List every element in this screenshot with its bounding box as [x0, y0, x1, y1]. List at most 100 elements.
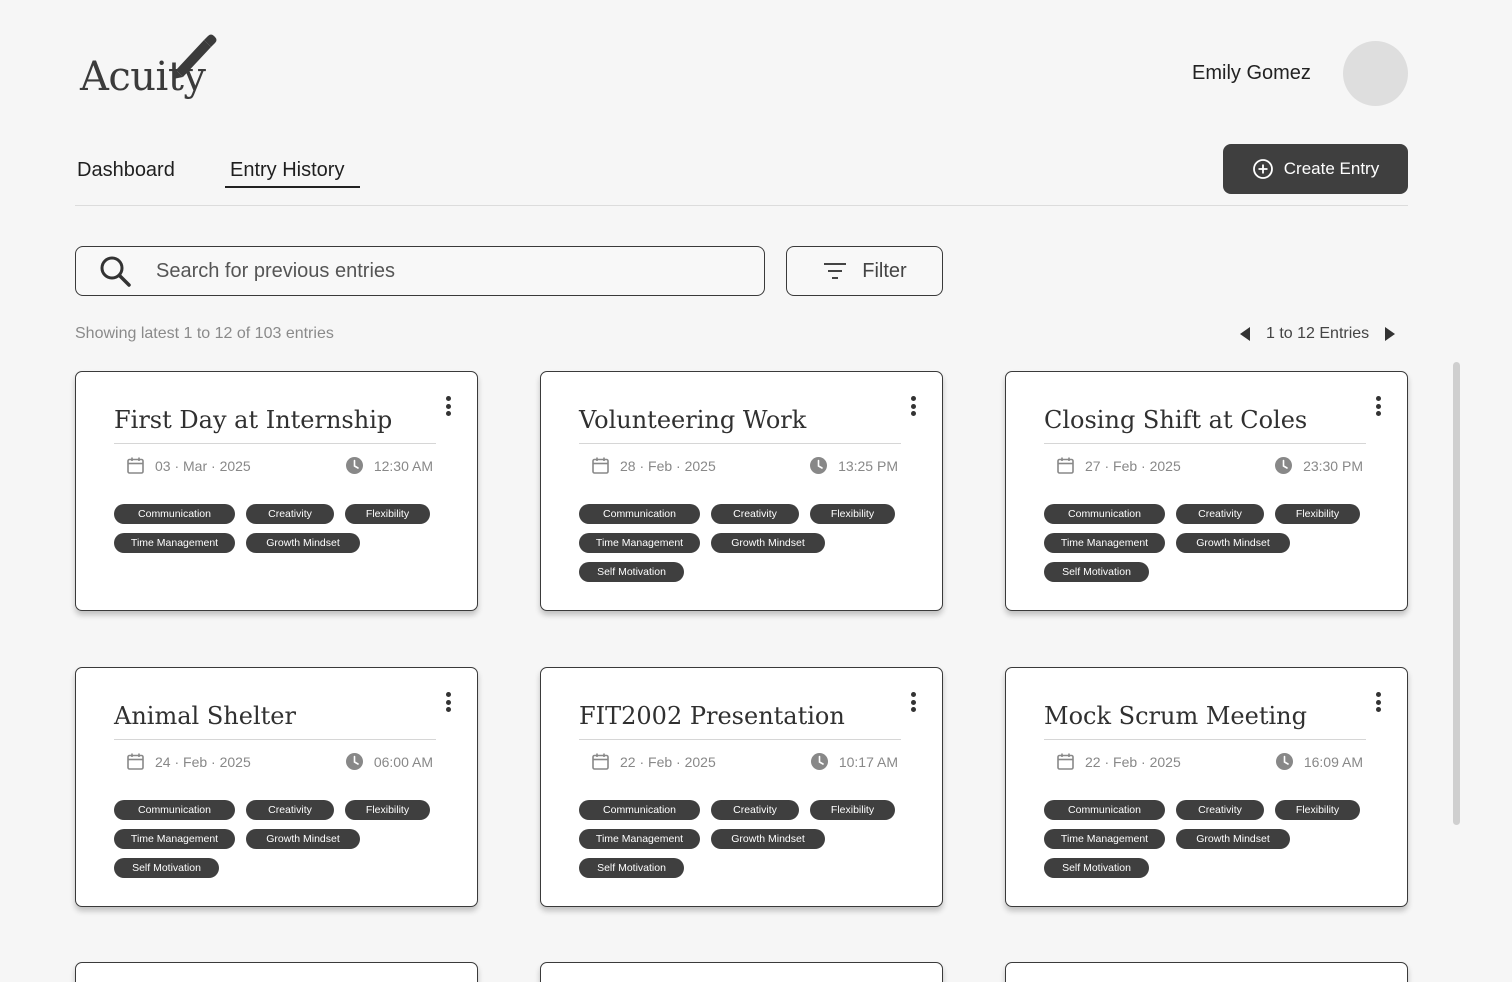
search-input[interactable] [156, 259, 716, 283]
skill-tag: Creativity [1176, 504, 1264, 524]
kebab-menu-icon[interactable] [908, 396, 918, 418]
skill-tag: Communication [1044, 800, 1165, 820]
skill-tag: Growth Mindset [246, 533, 360, 553]
skill-tag: Creativity [246, 504, 334, 524]
entry-title: Closing Shift at Coles [1044, 406, 1308, 434]
skill-tag: Time Management [1044, 829, 1165, 849]
skill-tag-list: Communication Creativity Flexibility Time M… [1044, 800, 1374, 878]
filter-button[interactable]: Filter [786, 246, 943, 296]
skill-tag: Self Motivation [1044, 562, 1149, 582]
skill-tag: Growth Mindset [711, 829, 825, 849]
entry-date: 03 · Mar · 2025 [126, 456, 251, 475]
entry-date-text: 03 · Mar · 2025 [155, 457, 251, 474]
skill-tag: Creativity [1176, 800, 1264, 820]
search-icon [100, 256, 131, 287]
title-divider [1044, 443, 1366, 444]
kebab-menu-icon[interactable] [908, 692, 918, 714]
entry-card[interactable] [540, 962, 943, 982]
acuity-logo[interactable]: Acuity [78, 30, 218, 105]
entry-time: 10:17 AM [810, 752, 898, 771]
entry-time-text: 12:30 AM [373, 457, 433, 474]
pagination: 1 to 12 Entries [1238, 324, 1397, 344]
skill-tag: Time Management [579, 533, 700, 553]
skill-tag-list: Communication Creativity Flexibility Time M… [114, 504, 444, 553]
search-bar[interactable] [75, 246, 765, 296]
entry-date-text: 28 · Feb · 2025 [620, 457, 716, 474]
entry-date: 24 · Feb · 2025 [126, 752, 251, 771]
entry-date: 22 · Feb · 2025 [1056, 752, 1181, 771]
arrow-right-icon[interactable] [1383, 326, 1397, 342]
kebab-menu-icon[interactable] [443, 692, 453, 714]
entry-date: 28 · Feb · 2025 [591, 456, 716, 475]
entry-time: 06:00 AM [345, 752, 433, 771]
entry-date-text: 22 · Feb · 2025 [620, 753, 716, 770]
skill-tag: Growth Mindset [246, 829, 360, 849]
skill-tag: Time Management [1044, 533, 1165, 553]
entry-time: 12:30 AM [345, 456, 433, 475]
entry-title: Animal Shelter [114, 702, 296, 730]
calendar-icon [127, 753, 144, 770]
skill-tag: Flexibility [810, 800, 895, 820]
skill-tag: Time Management [579, 829, 700, 849]
kebab-menu-icon[interactable] [1373, 396, 1383, 418]
skill-tag: Time Management [114, 829, 235, 849]
create-entry-button[interactable]: Create Entry [1223, 144, 1408, 194]
pen-icon [173, 34, 217, 79]
entry-card[interactable]: Volunteering Work 28 · Feb · 2025 13:25 PM… [540, 371, 943, 611]
avatar[interactable] [1343, 41, 1408, 106]
skill-tag: Self Motivation [579, 562, 684, 582]
clock-icon [1275, 753, 1293, 770]
title-divider [114, 443, 436, 444]
skill-tag-list: Communication Creativity Flexibility Time M… [1044, 504, 1374, 582]
entry-card[interactable]: First Day at Internship 03 · Mar · 2025 12… [75, 371, 478, 611]
entry-card[interactable] [1005, 962, 1408, 982]
entry-date: 27 · Feb · 2025 [1056, 456, 1181, 475]
clock-icon [810, 753, 828, 770]
kebab-menu-icon[interactable] [1373, 692, 1383, 714]
skill-tag: Flexibility [1275, 504, 1360, 524]
calendar-icon [592, 457, 609, 474]
skill-tag: Communication [579, 504, 700, 524]
skill-tag: Self Motivation [579, 858, 684, 878]
skill-tag: Creativity [711, 504, 799, 524]
arrow-left-icon[interactable] [1238, 326, 1252, 342]
calendar-icon [1057, 457, 1074, 474]
entry-card[interactable]: FIT2002 Presentation 22 · Feb · 2025 10:17… [540, 667, 943, 907]
skill-tag-list: Communication Creativity Flexibility Time M… [579, 800, 909, 878]
entry-date: 22 · Feb · 2025 [591, 752, 716, 771]
pagination-label: 1 to 12 Entries [1266, 325, 1370, 342]
entry-time-text: 16:09 AM [1303, 753, 1363, 770]
clock-icon [345, 457, 363, 474]
user-name: Emily Gomez [1192, 62, 1311, 84]
skill-tag: Flexibility [345, 800, 430, 820]
skill-tag: Self Motivation [114, 858, 219, 878]
entry-card[interactable] [75, 962, 478, 982]
filter-icon [824, 263, 847, 279]
plus-circle-icon [1252, 159, 1273, 179]
skill-tag: Communication [579, 800, 700, 820]
entry-time-text: 06:00 AM [373, 753, 433, 770]
tab-dashboard[interactable]: Dashboard [77, 159, 175, 182]
entry-time-text: 23:30 PM [1303, 457, 1363, 474]
scrollbar[interactable] [1453, 362, 1460, 825]
clock-icon [345, 753, 363, 770]
skill-tag: Growth Mindset [711, 533, 825, 553]
kebab-menu-icon[interactable] [443, 396, 453, 418]
entry-card[interactable]: Animal Shelter 24 · Feb · 2025 06:00 AM Com… [75, 667, 478, 907]
entry-time: 23:30 PM [1274, 456, 1363, 475]
tab-entry-history[interactable]: Entry History [230, 159, 344, 182]
entry-card[interactable]: Mock Scrum Meeting 22 · Feb · 2025 16:09 A… [1005, 667, 1408, 907]
entry-title: FIT2002 Presentation [579, 702, 845, 730]
entry-time-text: 13:25 PM [838, 457, 898, 474]
entry-history-page: Acuity Emily Gomez Dashboard Entry Histo… [0, 0, 1512, 982]
active-tab-indicator [225, 186, 360, 188]
title-divider [579, 443, 901, 444]
clock-icon [810, 457, 828, 474]
calendar-icon [592, 753, 609, 770]
entry-card[interactable]: Closing Shift at Coles 27 · Feb · 2025 23:… [1005, 371, 1408, 611]
filter-label: Filter [862, 259, 907, 282]
title-divider [114, 739, 436, 740]
skill-tag: Growth Mindset [1176, 533, 1290, 553]
entry-title: Mock Scrum Meeting [1044, 702, 1307, 730]
create-entry-label: Create Entry [1283, 159, 1380, 178]
